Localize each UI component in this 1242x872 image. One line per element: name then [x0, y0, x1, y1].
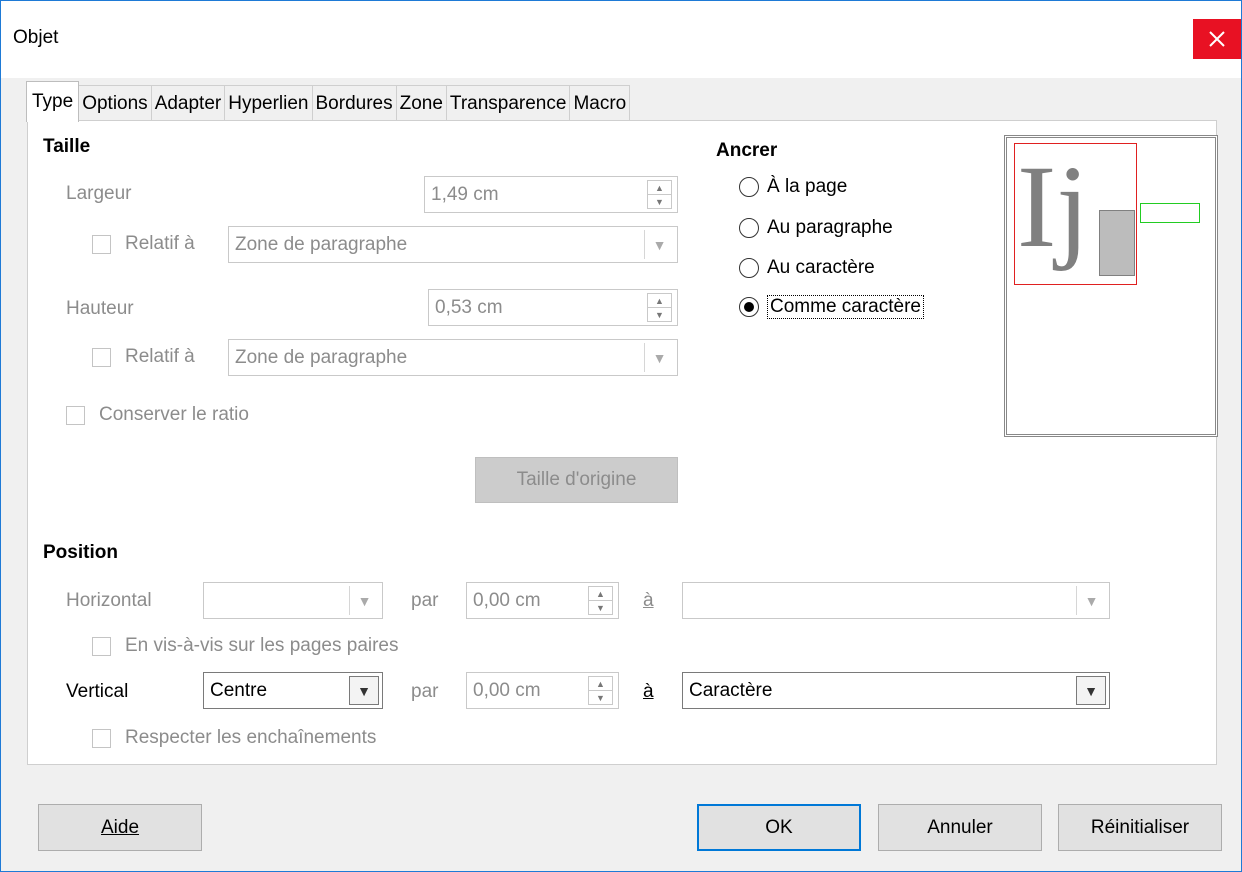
height-value: 0,53 cm — [435, 296, 503, 318]
relative-height-select[interactable]: Zone de paragraphe ▼ — [228, 339, 678, 376]
height-field[interactable]: 0,53 cm ▲ ▼ — [428, 289, 678, 326]
chevron-down-icon[interactable]: ▼ — [1076, 586, 1106, 615]
vertical-by-field[interactable]: 0,00 cm ▲ ▼ — [466, 672, 619, 709]
vertical-by-value: 0,00 cm — [473, 679, 541, 701]
relative-height-value: Zone de paragraphe — [235, 346, 408, 368]
radio-selected-dot — [744, 302, 754, 312]
horizontal-by-spinner[interactable]: ▲ ▼ — [588, 586, 613, 615]
spin-down-icon: ▼ — [589, 600, 612, 614]
follow-flow-label: Respecter les enchaînements — [125, 727, 377, 748]
height-spinner[interactable]: ▲ ▼ — [647, 293, 672, 322]
vertical-by-label: par — [411, 681, 439, 702]
relative-width-select[interactable]: Zone de paragraphe ▼ — [228, 226, 678, 263]
tab-macro[interactable]: Macro — [569, 85, 631, 121]
original-size-button[interactable]: Taille d'origine — [475, 457, 678, 503]
anchor-preview: Ij — [1004, 135, 1218, 437]
width-spinner[interactable]: ▲ ▼ — [647, 180, 672, 209]
relative-height-checkbox[interactable] — [92, 348, 111, 367]
anchor-page-radio[interactable]: À la page — [739, 176, 847, 198]
width-value: 1,49 cm — [431, 183, 499, 205]
cancel-button[interactable]: Annuler — [878, 804, 1042, 851]
follow-flow-checkbox[interactable] — [92, 729, 111, 748]
horizontal-by-field[interactable]: 0,00 cm ▲ ▼ — [466, 582, 619, 619]
reset-button-label: Réinitialiser — [1090, 816, 1190, 838]
relative-width-value: Zone de paragraphe — [235, 233, 408, 255]
tab-hyperlien[interactable]: Hyperlien — [224, 85, 313, 121]
window-title: Objet — [13, 27, 59, 48]
mirror-checkbox[interactable] — [92, 637, 111, 656]
vertical-to-select[interactable]: Caractère ▼ — [682, 672, 1110, 709]
chevron-down-icon[interactable]: ▼ — [349, 676, 379, 705]
vertical-by-spinner[interactable]: ▲ ▼ — [588, 676, 613, 705]
radio-button-selected[interactable] — [739, 297, 759, 317]
preview-object-box — [1099, 210, 1135, 276]
tab-type[interactable]: Type — [26, 81, 80, 122]
radio-button[interactable] — [739, 177, 759, 197]
height-label: Hauteur — [66, 298, 134, 319]
position-section-title: Position — [43, 542, 118, 563]
spin-up-icon: ▲ — [655, 182, 664, 193]
vertical-value: Centre — [210, 679, 268, 701]
relative-width-checkbox[interactable] — [92, 235, 111, 254]
horizontal-to-label: à — [643, 590, 654, 611]
anchor-paragraph-label: Au paragraphe — [767, 217, 893, 238]
relative-height-label: Relatif à — [125, 346, 195, 367]
chevron-down-icon[interactable]: ▼ — [644, 230, 674, 259]
preview-glyphs: Ij — [1017, 141, 1090, 272]
reset-button[interactable]: Réinitialiser — [1058, 804, 1222, 851]
spin-up-icon: ▲ — [596, 678, 605, 689]
radio-button[interactable] — [739, 258, 759, 278]
tab-bordures[interactable]: Bordures — [311, 85, 397, 121]
width-label: Largeur — [66, 183, 132, 204]
spin-down-icon: ▼ — [589, 690, 612, 704]
vertical-select[interactable]: Centre ▼ — [203, 672, 383, 709]
horizontal-by-label: par — [411, 590, 439, 611]
title-bar — [0, 0, 1242, 78]
close-button[interactable] — [1193, 19, 1241, 59]
close-icon — [1209, 31, 1225, 47]
keep-ratio-checkbox[interactable] — [66, 406, 85, 425]
spin-up-icon: ▲ — [596, 588, 605, 599]
anchor-section-title: Ancrer — [716, 140, 778, 161]
anchor-page-label: À la page — [767, 176, 848, 197]
horizontal-select[interactable]: ▼ — [203, 582, 383, 619]
anchor-character-label: Au caractère — [767, 257, 875, 278]
chevron-down-icon[interactable]: ▼ — [349, 586, 379, 615]
vertical-label: Vertical — [66, 681, 129, 702]
vertical-to-label: à — [643, 681, 654, 702]
relative-width-label: Relatif à — [125, 233, 195, 254]
mirror-label: En vis-à-vis sur les pages paires — [125, 635, 399, 656]
anchor-as-character-label: Comme caractère — [767, 295, 924, 319]
tab-options[interactable]: Options — [78, 85, 152, 121]
help-button[interactable]: Aide — [38, 804, 202, 851]
radio-button[interactable] — [739, 218, 759, 238]
spin-up-icon: ▲ — [655, 295, 664, 306]
chevron-down-icon[interactable]: ▼ — [644, 343, 674, 372]
spin-down-icon: ▼ — [648, 307, 671, 321]
horizontal-to-select[interactable]: ▼ — [682, 582, 1110, 619]
chevron-down-icon[interactable]: ▼ — [1076, 676, 1106, 705]
help-button-label: Aide — [100, 816, 140, 838]
tab-adapter[interactable]: Adapter — [150, 85, 226, 121]
preview-marker — [1140, 203, 1200, 223]
width-field[interactable]: 1,49 cm ▲ ▼ — [424, 176, 678, 213]
anchor-character-radio[interactable]: Au caractère — [739, 257, 875, 279]
spin-down-icon: ▼ — [648, 194, 671, 208]
horizontal-label: Horizontal — [66, 590, 152, 611]
anchor-paragraph-radio[interactable]: Au paragraphe — [739, 217, 893, 239]
anchor-as-character-radio[interactable]: Comme caractère — [739, 295, 924, 319]
vertical-to-value: Caractère — [689, 679, 773, 701]
size-section-title: Taille — [43, 136, 91, 157]
tab-zone[interactable]: Zone — [395, 85, 447, 121]
keep-ratio-label: Conserver le ratio — [99, 404, 249, 425]
tab-transparence[interactable]: Transparence — [445, 85, 571, 121]
tab-strip: Type Options Adapter Hyperlien Bordures … — [26, 81, 631, 122]
horizontal-by-value: 0,00 cm — [473, 589, 541, 611]
ok-button[interactable]: OK — [697, 804, 861, 851]
